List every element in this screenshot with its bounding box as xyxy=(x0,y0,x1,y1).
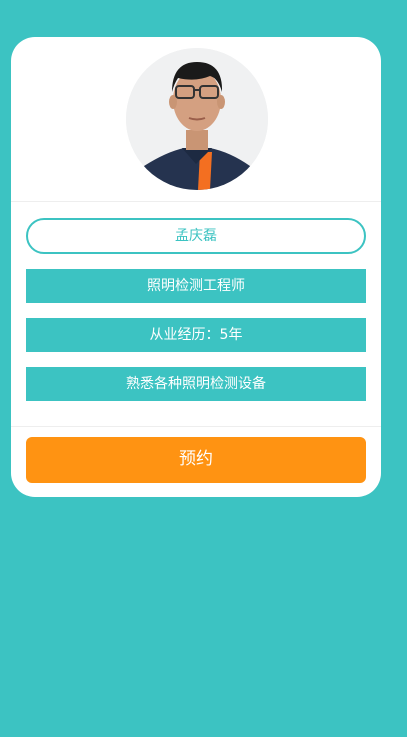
profile-card: 孟庆磊 照明检测工程师 从业经历：5年 熟悉各种照明检测设备 预约 xyxy=(11,37,381,497)
engineer-experience: 从业经历：5年 xyxy=(26,318,366,352)
book-button[interactable]: 预约 xyxy=(26,437,366,483)
avatar-photo-icon xyxy=(126,48,268,190)
footer-divider xyxy=(11,426,381,427)
header-divider xyxy=(11,201,381,202)
avatar xyxy=(126,48,268,190)
engineer-skill: 熟悉各种照明检测设备 xyxy=(26,367,366,401)
engineer-name: 孟庆磊 xyxy=(26,218,366,254)
engineer-title: 照明检测工程师 xyxy=(26,269,366,303)
